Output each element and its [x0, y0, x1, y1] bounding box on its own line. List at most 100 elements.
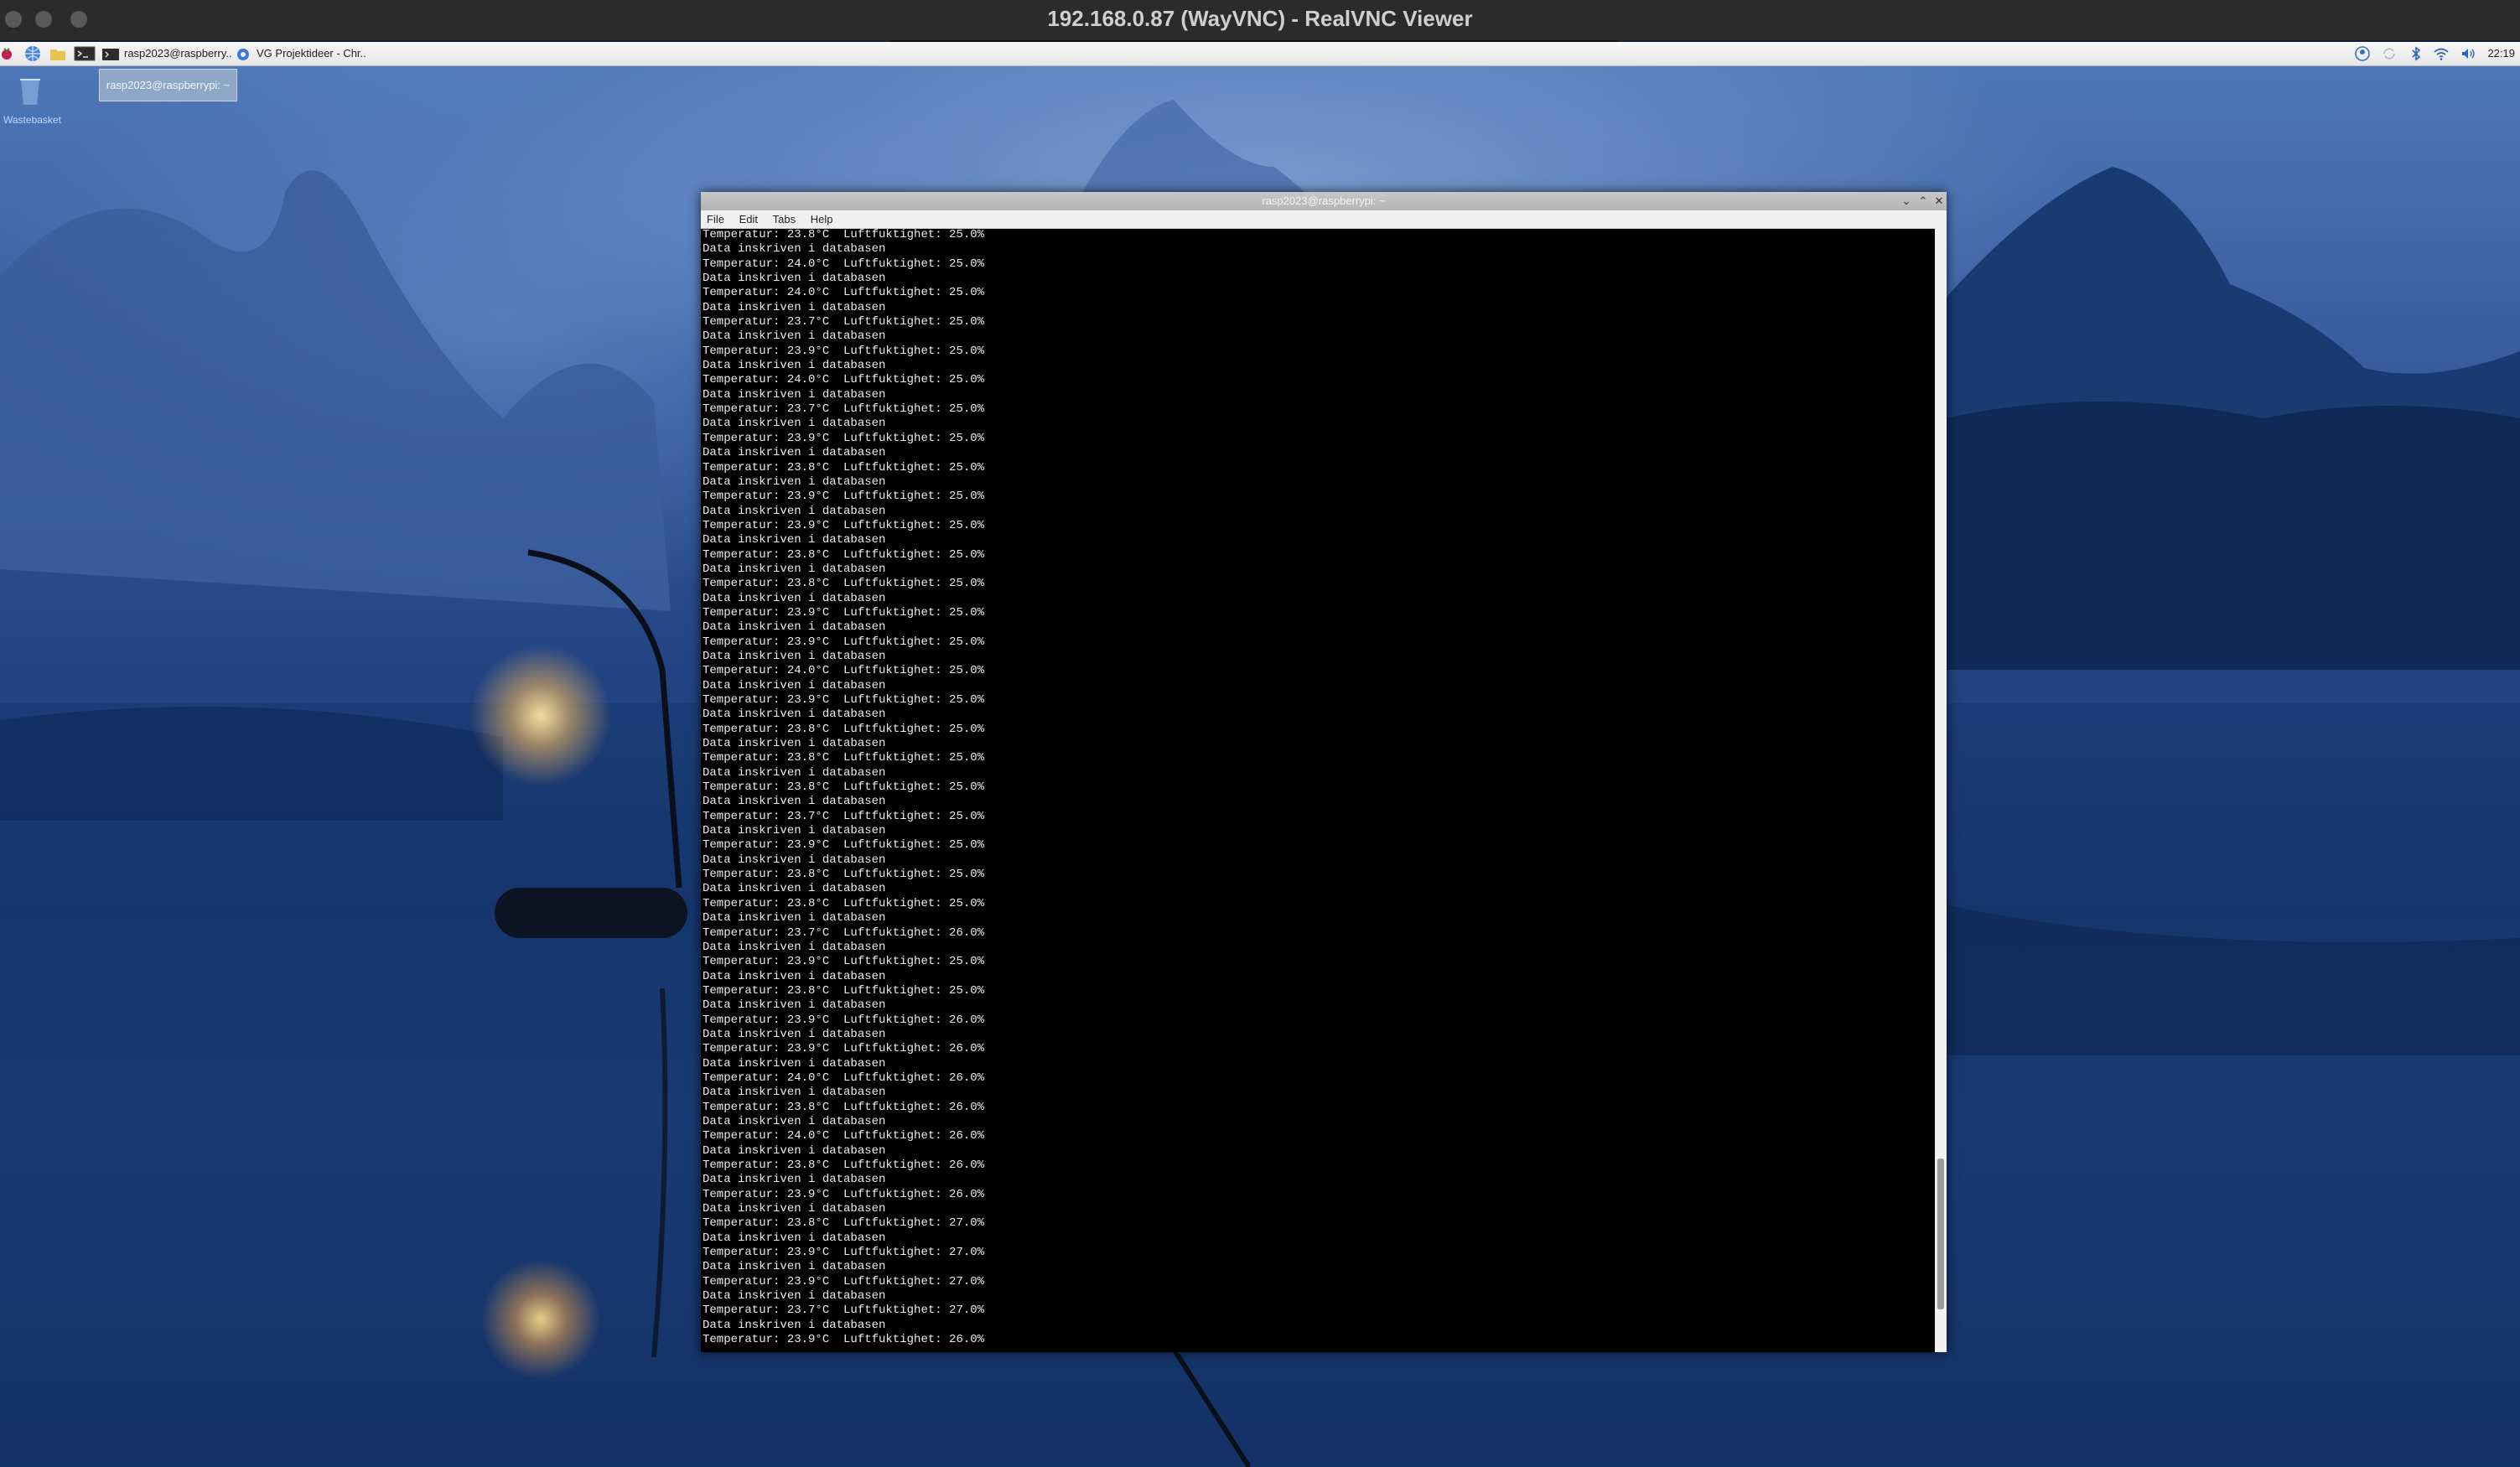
minimize-icon[interactable]: ⌄ [1900, 194, 1913, 208]
terminal-line: Data inskriven i databasen [703, 387, 886, 402]
terminal-line: Temperatur: 23.7°C Luftfuktighet: 26.0% [703, 925, 985, 940]
terminal-title: rasp2023@raspberrypi: ~ [1262, 194, 1386, 207]
terminal-line: Data inskriven i databasen [703, 300, 886, 314]
terminal-line: Data inskriven i databasen [703, 474, 886, 489]
user-icon[interactable] [2354, 45, 2371, 62]
chromium-icon [237, 48, 249, 60]
terminal-line: Data inskriven i databasen [703, 969, 886, 983]
menu-edit[interactable]: Edit [734, 210, 764, 228]
terminal-line: Temperatur: 24.0°C Luftfuktighet: 26.0% [703, 1129, 985, 1143]
terminal-line: Data inskriven i databasen [703, 998, 886, 1013]
terminal-line: Temperatur: 23.7°C Luftfuktighet: 25.0% [703, 809, 985, 823]
terminal-line: Data inskriven i databasen [703, 1056, 886, 1070]
terminal-line: Data inskriven i databasen [703, 1114, 886, 1128]
terminal-line: Temperatur: 23.9°C Luftfuktighet: 26.0% [703, 1187, 985, 1201]
file-manager-icon[interactable] [49, 44, 67, 63]
terminal-line: Data inskriven i databasen [703, 853, 886, 867]
terminal-line: Temperatur: 23.8°C Luftfuktighet: 25.0% [703, 460, 985, 474]
terminal-line: Temperatur: 23.7°C Luftfuktighet: 27.0% [703, 1304, 985, 1318]
terminal-line: Data inskriven i databasen [703, 708, 886, 722]
terminal-line: Data inskriven i databasen [703, 242, 886, 257]
terminal-line: Data inskriven i databasen [703, 1086, 886, 1100]
terminal-line: Temperatur: 23.8°C Luftfuktighet: 25.0% [703, 780, 985, 795]
terminal-line: Data inskriven i databasen [703, 562, 886, 576]
terminal-line: Temperatur: 23.9°C Luftfuktighet: 25.0% [703, 955, 985, 969]
terminal-line: Temperatur: 23.8°C Luftfuktighet: 25.0% [703, 868, 985, 882]
scrollbar-thumb[interactable] [1937, 1159, 1944, 1309]
terminal-line: Temperatur: 24.0°C Luftfuktighet: 26.0% [703, 1070, 985, 1085]
vnc-window-title: 192.168.0.87 (WayVNC) - RealVNC Viewer [1047, 6, 1473, 31]
terminal-line: Data inskriven i databasen [703, 417, 886, 431]
terminal-line: Data inskriven i databasen [703, 504, 886, 518]
terminal-line: Temperatur: 23.9°C Luftfuktighet: 27.0% [703, 1274, 985, 1288]
task-label: VG Projektideer - Chr.. [257, 47, 366, 60]
terminal-scrollbar[interactable] [1935, 228, 1947, 1352]
terminal-line: Data inskriven i databasen [703, 329, 886, 344]
terminal-line: Temperatur: 23.8°C Luftfuktighet: 25.0% [703, 577, 985, 591]
wastebasket-label: Wastebasket [3, 114, 61, 126]
terminal-line: Data inskriven i databasen [703, 1318, 886, 1332]
terminal-line: Temperatur: 23.9°C Luftfuktighet: 27.0% [703, 1246, 985, 1260]
terminal-line: Temperatur: 23.9°C Luftfuktighet: 25.0% [703, 431, 985, 445]
lantern-reflection [482, 1257, 599, 1382]
menu-help[interactable]: Help [805, 210, 839, 228]
terminal-line: Data inskriven i databasen [703, 1173, 886, 1187]
terminal-line: Data inskriven i databasen [703, 359, 886, 373]
browser-icon[interactable] [23, 44, 42, 63]
pi-taskbar: rasp2023@raspberry.. VG Projektideer - C… [0, 42, 2520, 66]
close-icon[interactable]: ✕ [1932, 194, 1946, 208]
taskbar-tooltip: rasp2023@raspberrypi: ~ [99, 69, 237, 101]
terminal-line: Data inskriven i databasen [703, 1143, 886, 1158]
terminal-line: Data inskriven i databasen [703, 1231, 886, 1245]
vnc-viewer-titlebar[interactable]: 192.168.0.87 (WayVNC) - RealVNC Viewer [0, 0, 2520, 41]
terminal-line: Temperatur: 23.9°C Luftfuktighet: 25.0% [703, 344, 985, 358]
terminal-titlebar[interactable]: rasp2023@raspberrypi: ~ ⌄ ⌃ ✕ [701, 192, 1947, 210]
terminal-line: Data inskriven i databasen [703, 1260, 886, 1274]
terminal-line: Data inskriven i databasen [703, 533, 886, 547]
terminal-line: Temperatur: 23.9°C Luftfuktighet: 25.0% [703, 838, 985, 853]
menu-tabs[interactable]: Tabs [767, 210, 801, 228]
terminal-line: Data inskriven i databasen [703, 765, 886, 780]
terminal-line: Data inskriven i databasen [703, 591, 886, 605]
terminal-line: Temperatur: 24.0°C Luftfuktighet: 25.0% [703, 286, 985, 300]
wastebasket-icon [20, 79, 40, 105]
terminal-icon[interactable] [74, 44, 96, 63]
terminal-line: Data inskriven i databasen [703, 940, 886, 954]
taskbar-task-chromium[interactable]: VG Projektideer - Chr.. [235, 44, 366, 64]
task-label: rasp2023@raspberry.. [124, 47, 232, 60]
terminal-line: Temperatur: 23.9°C Luftfuktighet: 25.0% [703, 490, 985, 504]
terminal-line: Data inskriven i databasen [703, 1202, 886, 1216]
terminal-line: Data inskriven i databasen [703, 737, 886, 751]
terminal-line: Temperatur: 23.9°C Luftfuktighet: 25.0% [703, 635, 985, 649]
terminal-line: Data inskriven i databasen [703, 620, 886, 635]
terminal-line: Temperatur: 23.8°C Luftfuktighet: 25.0% [703, 547, 985, 562]
terminal-line: Data inskriven i databasen [703, 1289, 886, 1304]
terminal-line: Temperatur: 23.8°C Luftfuktighet: 25.0% [703, 722, 985, 736]
terminal-line: Temperatur: 23.9°C Luftfuktighet: 26.0% [703, 1013, 985, 1027]
terminal-line: Data inskriven i databasen [703, 795, 886, 809]
volume-icon[interactable] [2460, 45, 2476, 62]
terminal-line: Temperatur: 23.7°C Luftfuktighet: 25.0% [703, 315, 985, 329]
terminal-output[interactable]: Temperatur: 23.8°C Luftfuktighet: 25.0% D… [701, 228, 1935, 1352]
bluetooth-icon[interactable] [2408, 45, 2424, 62]
taskbar-task-terminal[interactable]: rasp2023@raspberry.. [102, 44, 232, 64]
terminal-line: Data inskriven i databasen [703, 882, 886, 896]
terminal-line: Temperatur: 23.9°C Luftfuktighet: 25.0% [703, 605, 985, 619]
sync-icon[interactable] [2381, 45, 2398, 62]
terminal-menubar: File Edit Tabs Help [701, 210, 1947, 229]
terminal-line: Temperatur: 23.8°C Luftfuktighet: 27.0% [703, 1216, 985, 1231]
terminal-line: Temperatur: 23.8°C Luftfuktighet: 26.0% [703, 1159, 985, 1172]
terminal-line: Temperatur: 23.8°C Luftfuktighet: 25.0% [703, 228, 985, 241]
maximize-icon[interactable]: ⌃ [1916, 194, 1930, 208]
terminal-line: Temperatur: 24.0°C Luftfuktighet: 25.0% [703, 257, 985, 271]
terminal-lines: Temperatur: 23.8°C Luftfuktighet: 25.0% D… [701, 228, 984, 1347]
wifi-icon[interactable] [2433, 45, 2450, 62]
desktop[interactable]: Wastebasket rasp2023@raspberrypi: ~ rasp… [0, 66, 2520, 1467]
terminal-window[interactable]: rasp2023@raspberrypi: ~ ⌄ ⌃ ✕ File Edit … [701, 192, 1947, 1352]
terminal-line: Temperatur: 24.0°C Luftfuktighet: 25.0% [703, 664, 985, 678]
taskbar-clock[interactable]: 22:19 [2487, 42, 2515, 65]
menu-file[interactable]: File [701, 210, 730, 228]
terminal-line: Data inskriven i databasen [703, 678, 886, 692]
desktop-icon-wastebasket[interactable]: Wastebasket [3, 75, 61, 126]
raspberry-menu-icon[interactable] [0, 44, 18, 63]
